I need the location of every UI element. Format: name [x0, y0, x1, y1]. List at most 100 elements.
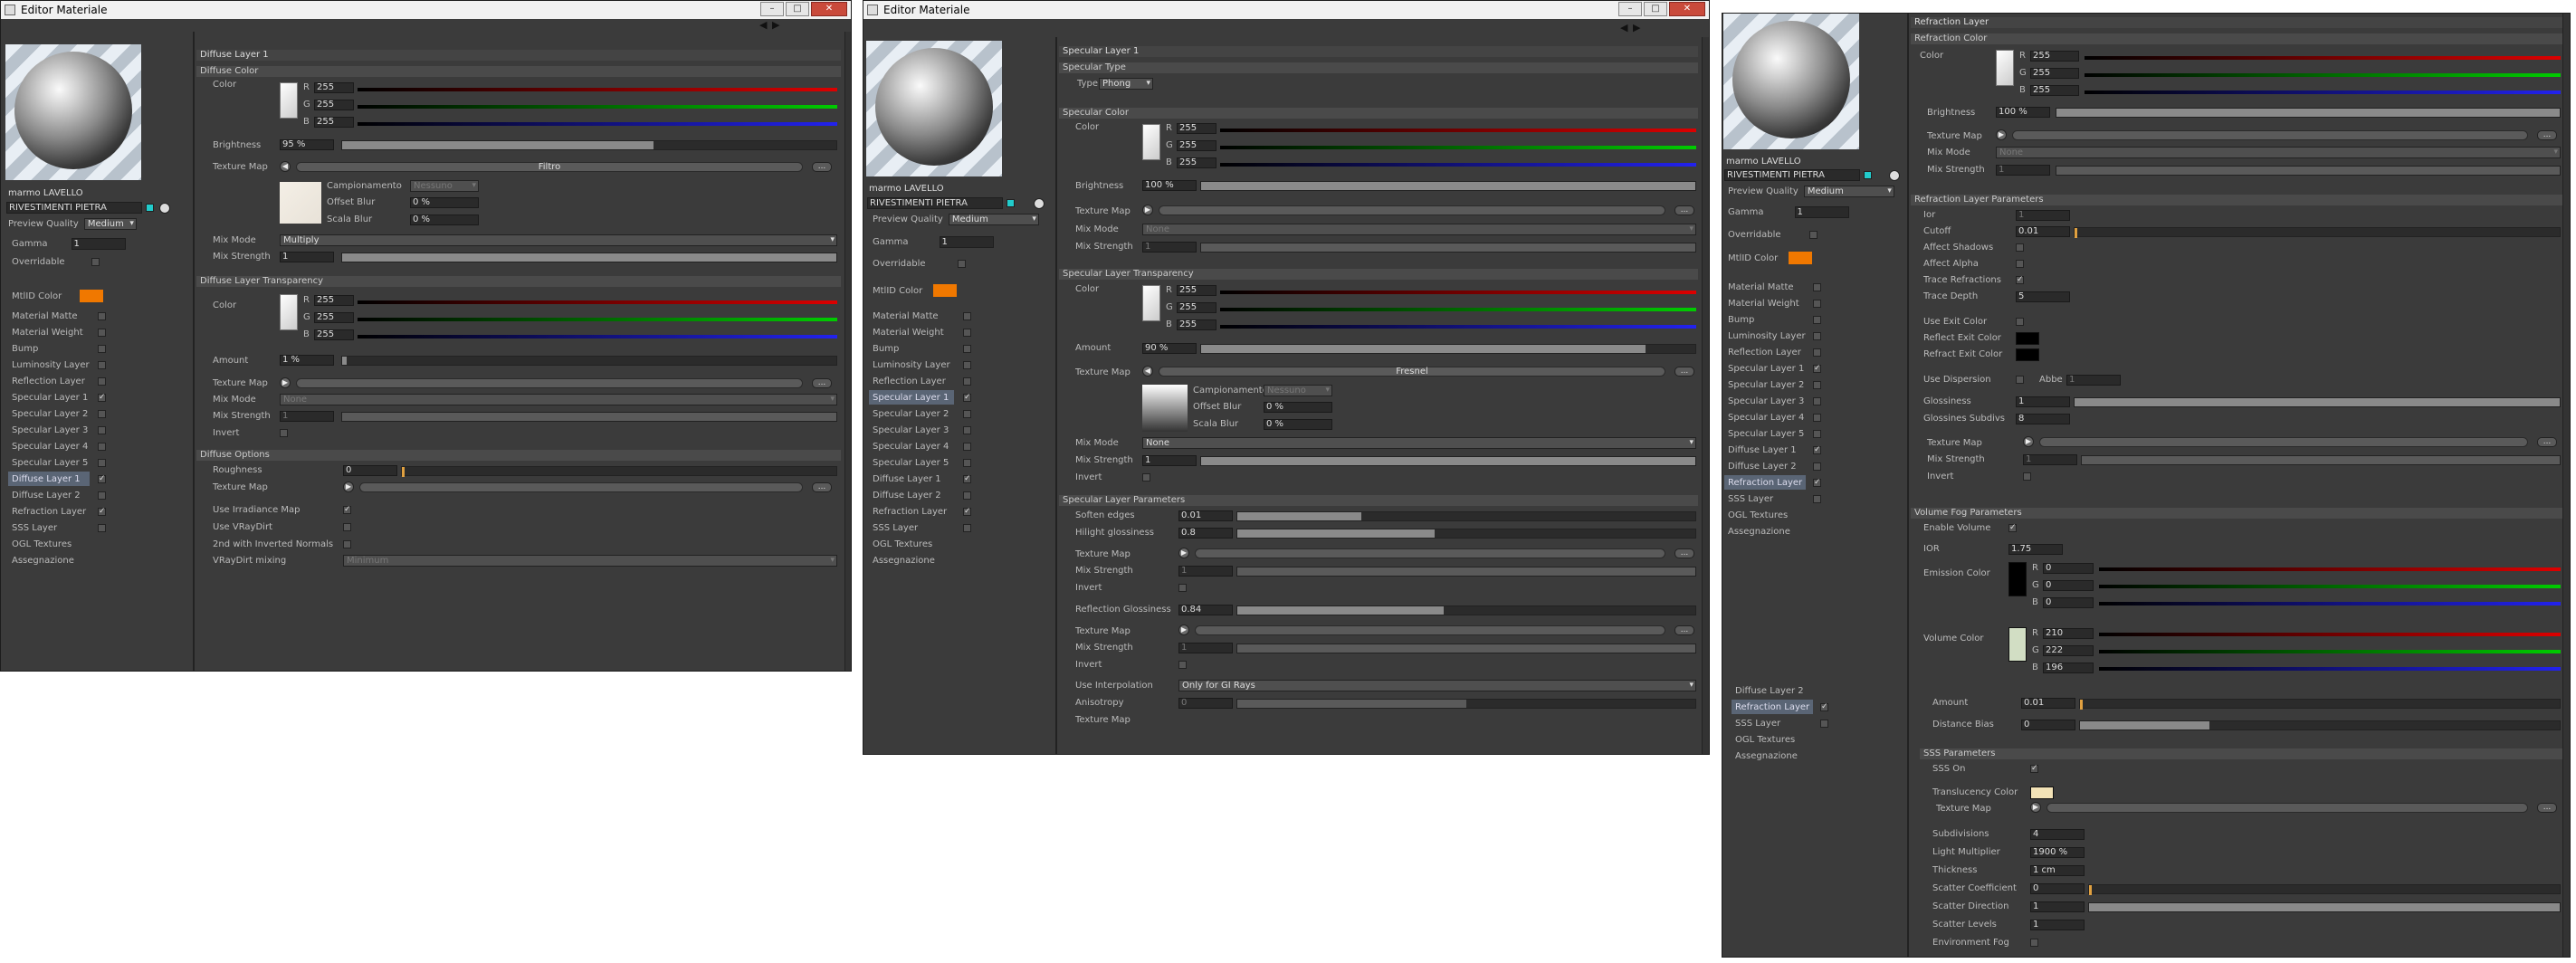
aniso-field[interactable]: 0: [1178, 698, 1233, 709]
aniso-slider[interactable]: [1236, 699, 1696, 709]
channel-checkbox[interactable]: [98, 491, 106, 500]
color-swatch[interactable]: [1142, 124, 1160, 160]
emission-blue-field[interactable]: 0: [2043, 597, 2094, 608]
scblur-field[interactable]: 0 %: [1264, 419, 1332, 430]
texmap-dots[interactable]: ...: [2537, 130, 2557, 140]
blue-slider[interactable]: [358, 122, 837, 126]
scrollbar[interactable]: [1702, 37, 1709, 754]
channel-item[interactable]: Specular Layer 4: [873, 439, 949, 453]
material-preview[interactable]: [866, 41, 1002, 176]
invert-checkbox[interactable]: [280, 429, 288, 437]
g-texmap-button[interactable]: [2039, 437, 2528, 447]
volume-red-field[interactable]: 210: [2043, 628, 2094, 639]
channel-item[interactable]: Diffuse Layer 1: [873, 472, 941, 486]
sss-on-checkbox[interactable]: [2030, 765, 2038, 773]
glossiness-field[interactable]: 1: [2016, 396, 2070, 407]
scrollbar[interactable]: [844, 32, 851, 671]
section-refraction-color[interactable]: Refraction Color: [1911, 33, 2562, 44]
channel-item[interactable]: Luminosity Layer: [12, 358, 90, 372]
color-tag-icon[interactable]: [1864, 171, 1872, 179]
volume-red-slider[interactable]: [2099, 633, 2561, 636]
r-mixstr-slider[interactable]: [1236, 644, 1696, 653]
inv-normals-checkbox[interactable]: [343, 540, 351, 548]
library-field[interactable]: RIVESTIMENTI PIETRA: [867, 197, 1003, 209]
s-texmap-button[interactable]: [2046, 803, 2528, 813]
g-texmap-arrow-icon[interactable]: ▶: [2023, 436, 2034, 447]
exit-color-checkbox[interactable]: [2016, 318, 2024, 326]
s-texmap-arrow-icon[interactable]: ▶: [2030, 802, 2041, 813]
channel-checkbox[interactable]: [98, 394, 106, 402]
channel-checkbox[interactable]: [98, 345, 106, 353]
o-texmap-button[interactable]: [359, 482, 803, 492]
brightness-slider[interactable]: [341, 140, 837, 150]
channel-checkbox[interactable]: [1813, 430, 1821, 438]
fog-ior-field[interactable]: 1.75: [2008, 544, 2063, 555]
camp-select[interactable]: Nessuno: [410, 180, 479, 192]
channel-item[interactable]: Specular Layer 5: [12, 455, 88, 470]
t-color-swatch[interactable]: [280, 294, 298, 330]
channel-checkbox[interactable]: [1820, 720, 1828, 728]
channel-checkbox[interactable]: [1813, 462, 1821, 471]
channel-checkbox[interactable]: [98, 426, 106, 434]
scatter-levels-field[interactable]: 1: [2030, 920, 2085, 930]
texmap-dots-button[interactable]: ...: [812, 162, 832, 172]
channel-checkbox[interactable]: [963, 426, 971, 434]
light-mult-field[interactable]: 1900 %: [2030, 847, 2085, 858]
channel-item[interactable]: Material Weight: [1728, 296, 1799, 310]
texmap-dots[interactable]: ...: [1674, 205, 1694, 215]
t-blue-slider[interactable]: [358, 335, 837, 338]
red-field[interactable]: 255: [2030, 51, 2079, 62]
r-invert-checkbox[interactable]: [1178, 661, 1187, 669]
offblur-field[interactable]: 0 %: [1264, 402, 1332, 413]
channel-checkbox[interactable]: [963, 459, 971, 467]
dispersion-checkbox[interactable]: [2016, 376, 2024, 384]
channel-checkbox[interactable]: [1813, 397, 1821, 405]
channel-checkbox[interactable]: [963, 329, 971, 337]
t-texmap-dots[interactable]: ...: [812, 378, 832, 388]
t-blue-field[interactable]: 255: [314, 329, 354, 340]
channel-checkbox[interactable]: [1813, 316, 1821, 324]
p-mixstr-slider[interactable]: [1236, 567, 1696, 577]
channel-checkbox[interactable]: [98, 312, 106, 320]
soften-slider[interactable]: [1236, 511, 1696, 521]
channel-item[interactable]: Specular Layer 5: [1728, 426, 1804, 441]
t-mixmode-select[interactable]: None: [1142, 437, 1696, 449]
section-refraction-params[interactable]: Refraction Layer Parameters: [1911, 195, 2562, 205]
red-slider[interactable]: [358, 88, 837, 91]
channel-item[interactable]: Specular Layer 2: [873, 406, 949, 421]
p-mixstr-field[interactable]: 1: [1178, 566, 1233, 577]
gamma-field[interactable]: 1: [71, 237, 126, 250]
channel-checkbox[interactable]: [1813, 332, 1821, 340]
mixmode-select[interactable]: None: [1996, 147, 2561, 158]
preview-quality-select[interactable]: Medium: [948, 213, 1039, 225]
mixmode-select[interactable]: Multiply: [280, 234, 837, 246]
emission-blue-slider[interactable]: [2099, 602, 2561, 605]
channel-item[interactable]: Diffuse Layer 2: [12, 488, 81, 502]
material-name[interactable]: marmo LAVELLO: [869, 184, 944, 195]
red-slider[interactable]: [1220, 129, 1696, 132]
channel-item-selected[interactable]: Diffuse Layer 1: [8, 472, 90, 486]
gamma-field[interactable]: 1: [939, 235, 994, 248]
t-blue-field[interactable]: 255: [1177, 319, 1216, 330]
mixmode-select[interactable]: None: [1142, 224, 1696, 235]
channel-item[interactable]: SSS Layer: [12, 520, 57, 535]
s-texmap-dots[interactable]: ...: [2537, 803, 2557, 813]
reflect-exit-swatch[interactable]: [2016, 332, 2039, 345]
cutoff-field[interactable]: 0.01: [2016, 226, 2070, 237]
channel-checkbox[interactable]: [963, 312, 971, 320]
amount-field[interactable]: 1 %: [280, 355, 334, 366]
enable-volume-checkbox[interactable]: [2008, 524, 2017, 532]
o-texmap-arrow-icon[interactable]: ▶: [343, 482, 354, 492]
amount-slider[interactable]: [1200, 344, 1696, 354]
offblur-field[interactable]: 0 %: [410, 197, 479, 208]
env-fog-checkbox[interactable]: [2030, 939, 2038, 947]
glossiness-slider[interactable]: [2074, 397, 2561, 407]
mixstr-slider[interactable]: [2056, 166, 2561, 176]
green-field[interactable]: 255: [314, 100, 354, 110]
scblur-field[interactable]: 0 %: [410, 215, 479, 225]
reflgloss-field[interactable]: 0.84: [1178, 605, 1233, 615]
roughness-slider[interactable]: [401, 466, 837, 477]
green-slider[interactable]: [2085, 73, 2561, 77]
forward-arrow-icon[interactable]: ▶: [1633, 22, 1640, 33]
t-mixstr-field[interactable]: 1: [280, 411, 334, 422]
